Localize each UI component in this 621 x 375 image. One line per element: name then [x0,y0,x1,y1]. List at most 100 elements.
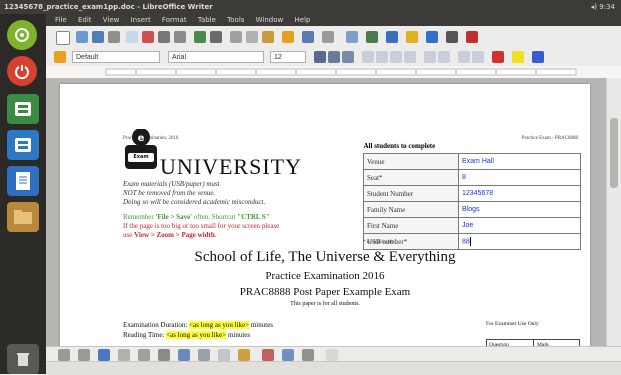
copy-icon[interactable] [246,31,258,43]
stars-icon[interactable] [238,349,250,361]
usb-number-field[interactable]: 88 [458,233,581,250]
fill-color-icon[interactable] [118,349,130,361]
venue-label: Venue [363,153,459,170]
system-tray[interactable]: ◂) 9:34 [591,0,615,14]
align-left-icon[interactable] [362,51,374,63]
email-icon[interactable] [108,31,120,43]
writer-icon[interactable] [7,166,39,196]
bullets-icon[interactable] [424,51,436,63]
insert-frame-icon[interactable] [282,349,294,361]
university-name: UNIVERSITY [160,154,302,179]
font-color-icon[interactable] [492,51,504,63]
edit-mode-icon[interactable] [126,31,138,43]
select-icon[interactable] [58,349,70,361]
extrusion-icon[interactable] [302,349,314,361]
align-center-icon[interactable] [376,51,388,63]
cut-icon[interactable] [230,31,242,43]
usb-number-value: 88 [462,238,470,246]
clone-format-icon[interactable] [282,31,294,43]
document-page[interactable]: Practice Examination, 2016 Practice Exam… [60,84,590,352]
open-icon[interactable] [76,31,88,43]
callouts-icon[interactable] [218,349,230,361]
paragraph-style-select[interactable]: Default [72,51,160,63]
seat-field[interactable]: 8 [458,169,581,186]
save-icon[interactable] [92,31,104,43]
files-icon[interactable] [7,202,39,232]
sigma-icon[interactable] [326,349,338,361]
justify-icon[interactable] [404,51,416,63]
new-document-icon[interactable] [56,31,70,45]
table-title: All students to complete [363,141,436,150]
reading-value[interactable]: <as long as you like> [166,331,227,339]
reading-label: Reading Time: [123,331,167,339]
basic-shapes-icon[interactable] [138,349,150,361]
insert-image-icon[interactable] [366,31,378,43]
menu-file[interactable]: File [55,16,67,24]
table-row: Family Name Blogs [363,201,581,218]
insert-table-icon[interactable] [346,31,358,43]
exam-app-2-icon[interactable] [7,130,39,160]
menu-format[interactable]: Format [162,16,187,24]
autocorrect-icon[interactable] [210,31,222,43]
show-draw-functions-icon[interactable] [466,31,478,43]
styles-icon[interactable] [54,51,66,63]
indent-icon[interactable] [458,51,470,63]
menu-help[interactable]: Help [295,16,311,24]
svg-text:e: e [138,133,145,144]
print-preview-icon[interactable] [174,31,186,43]
duration-value[interactable]: <as long as you like> [189,321,250,329]
insert-field-icon[interactable] [426,31,438,43]
spellcheck-icon[interactable] [194,31,206,43]
bold-icon[interactable] [314,51,326,63]
exam-app-icon[interactable] [7,94,39,124]
symbol-shapes-icon[interactable] [158,349,170,361]
menu-tools[interactable]: Tools [227,16,244,24]
outdent-icon[interactable] [472,51,484,63]
italic-icon[interactable] [328,51,340,63]
font-size-select[interactable]: 12 [270,51,306,63]
formatting-marks-icon[interactable] [446,31,458,43]
student-number-label: Student Number [363,185,459,202]
background-color-icon[interactable] [532,51,544,63]
menu-table[interactable]: Table [198,16,216,24]
table-note: * as applicable [363,240,394,245]
export-pdf-icon[interactable] [142,31,154,43]
first-name-field[interactable]: Joe [458,217,581,234]
trash-icon[interactable] [7,344,39,374]
undo-icon[interactable] [302,31,314,43]
reminder-shortcut: "CTRL S" [237,213,270,221]
scrollbar-thumb[interactable] [610,118,618,188]
power-icon[interactable] [7,56,37,86]
window-title: 12345678_practice_exam1pp.doc - LibreOff… [4,3,213,11]
menu-view[interactable]: View [103,16,120,24]
numbering-icon[interactable] [438,51,450,63]
print-icon[interactable] [158,31,170,43]
table-row: Venue Exam Hall [363,153,581,170]
student-number-field[interactable]: 12345678 [458,185,581,202]
block-arrows-icon[interactable] [178,349,190,361]
first-name-label: First Name [363,217,459,234]
underline-icon[interactable] [342,51,354,63]
menu-insert[interactable]: Insert [131,16,151,24]
school-title: School of Life, The Universe & Everythin… [194,249,456,265]
table-row: Seat* 8 [363,169,581,186]
redo-icon[interactable] [322,31,334,43]
fontwork-icon[interactable] [262,349,274,361]
paste-icon[interactable] [262,31,274,43]
reading-unit: minutes [226,331,251,339]
line-color-icon[interactable] [98,349,110,361]
venue-field[interactable]: Exam Hall [458,153,581,170]
highlight-color-icon[interactable] [512,51,524,63]
dash-icon[interactable] [7,20,37,50]
family-name-field[interactable]: Blogs [458,201,581,218]
insert-text-box-icon[interactable] [406,31,418,43]
menu-window[interactable]: Window [256,16,284,24]
menu-edit[interactable]: Edit [78,16,92,24]
font-name-select[interactable]: Arial [168,51,264,63]
insert-chart-icon[interactable] [386,31,398,43]
text-cursor [469,237,471,246]
line-icon[interactable] [78,349,90,361]
align-right-icon[interactable] [390,51,402,63]
flowchart-icon[interactable] [198,349,210,361]
vertical-scrollbar[interactable] [606,78,621,346]
